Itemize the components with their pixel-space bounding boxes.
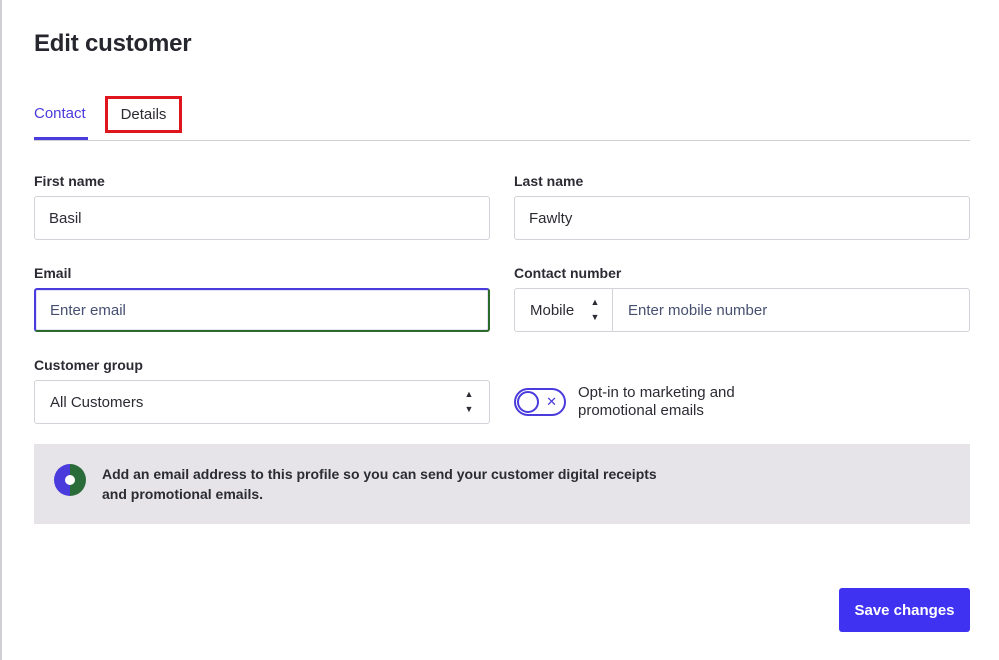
first-name-input[interactable]: [34, 196, 490, 240]
select-arrows-icon: ▲ ▼: [464, 389, 474, 414]
info-text: Add an email address to this profile so …: [102, 466, 657, 502]
select-arrows-icon: ▲ ▼: [590, 297, 600, 322]
contact-number-group: Mobile ▲ ▼: [514, 288, 970, 332]
customer-group-value: All Customers: [50, 393, 144, 411]
opt-in-toggle[interactable]: ✕: [514, 388, 566, 416]
info-circle-icon: [54, 464, 86, 496]
contact-type-value: Mobile: [530, 301, 575, 319]
last-name-input[interactable]: [514, 196, 970, 240]
first-name-label: First name: [34, 173, 105, 189]
opt-in-label: Opt-in to marketing and promotional emai…: [578, 384, 735, 419]
tab-details[interactable]: Details: [105, 96, 182, 133]
email-label: Email: [34, 265, 72, 281]
tab-contact[interactable]: Contact: [34, 96, 88, 140]
customer-group-select[interactable]: All Customers ▲ ▼: [34, 380, 490, 424]
x-icon: ✕: [546, 394, 557, 409]
contact-number-label: Contact number: [514, 265, 622, 281]
email-input[interactable]: [34, 288, 490, 332]
info-banner: Add an email address to this profile so …: [34, 444, 970, 524]
tab-bar: Contact Details: [34, 96, 970, 141]
contact-number-input[interactable]: [613, 289, 969, 331]
toggle-knob: [517, 391, 539, 413]
last-name-label: Last name: [514, 173, 584, 189]
save-changes-button[interactable]: Save changes: [839, 588, 970, 632]
customer-group-label: Customer group: [34, 357, 143, 373]
left-border: [0, 0, 2, 660]
contact-type-select[interactable]: Mobile ▲ ▼: [515, 289, 613, 331]
page-title: Edit customer: [34, 30, 192, 57]
